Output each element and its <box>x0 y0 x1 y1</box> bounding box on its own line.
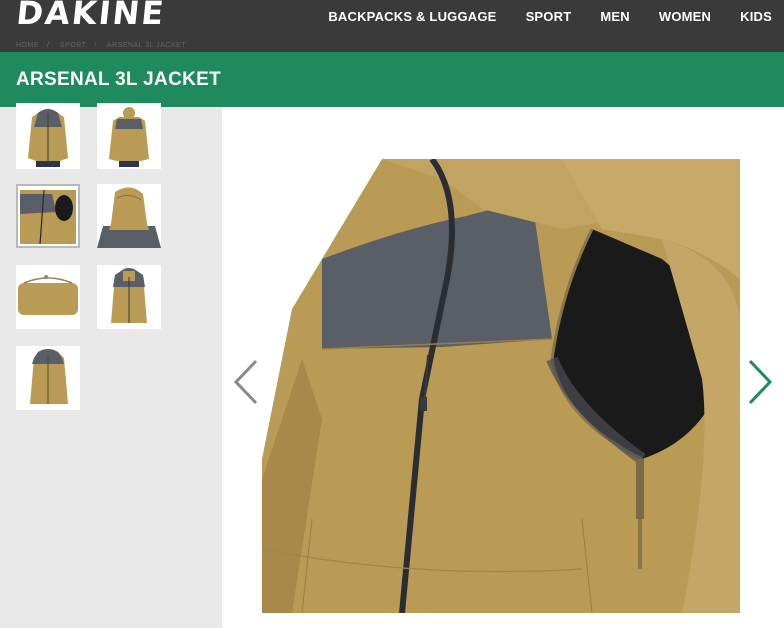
thumbnail-7[interactable] <box>16 346 80 410</box>
jacket-back-thumb <box>97 103 161 169</box>
nav-kids[interactable]: KIDS <box>740 9 772 24</box>
breadcrumb-sport[interactable]: SPORT <box>60 42 87 49</box>
thumbnail-4[interactable] <box>97 184 161 248</box>
nav-sport[interactable]: SPORT <box>526 9 572 24</box>
main-nav: BACKPACKS & LUGGAGE SPORT MEN WOMEN KIDS <box>299 0 784 32</box>
breadcrumb: HOME / SPORT / ARSENAL 3L JACKET <box>16 42 187 49</box>
product-image-viewer <box>222 107 784 628</box>
thumbnail-5[interactable] <box>16 265 80 329</box>
jacket-vent-detail-thumb <box>16 184 80 248</box>
thumbnail-3[interactable] <box>16 184 80 248</box>
svg-text:DAKINE: DAKINE <box>18 0 167 26</box>
chevron-right-icon <box>748 359 773 405</box>
product-title-bar: ARSENAL 3L JACKET <box>0 52 784 107</box>
nav-backpacks-luggage[interactable]: BACKPACKS & LUGGAGE <box>328 9 496 24</box>
thumbnail-6[interactable] <box>97 265 161 329</box>
top-nav: DAKINE BACKPACKS & LUGGAGE SPORT MEN WOM… <box>0 0 784 52</box>
jacket-front-alt-thumb <box>97 265 161 329</box>
main-product-image <box>262 159 740 613</box>
thumbnail-2[interactable] <box>97 103 161 169</box>
page-title: ARSENAL 3L JACKET <box>16 69 221 90</box>
breadcrumb-current: ARSENAL 3L JACKET <box>106 42 187 49</box>
thumbnail-gallery <box>0 103 222 628</box>
jacket-hood-detail-thumb <box>97 184 161 248</box>
jacket-front-thumb <box>16 103 80 169</box>
dakine-logo[interactable]: DAKINE <box>18 0 208 26</box>
nav-men[interactable]: MEN <box>600 9 630 24</box>
thumbnail-1[interactable] <box>16 103 80 169</box>
jacket-side-thumb <box>16 346 80 410</box>
next-image-button[interactable] <box>744 357 774 407</box>
jacket-stuff-sack-thumb <box>16 265 80 329</box>
nav-women[interactable]: WOMEN <box>659 9 711 24</box>
chevron-left-icon <box>233 359 258 405</box>
breadcrumb-home[interactable]: HOME <box>16 42 39 49</box>
previous-image-button[interactable] <box>232 357 262 407</box>
